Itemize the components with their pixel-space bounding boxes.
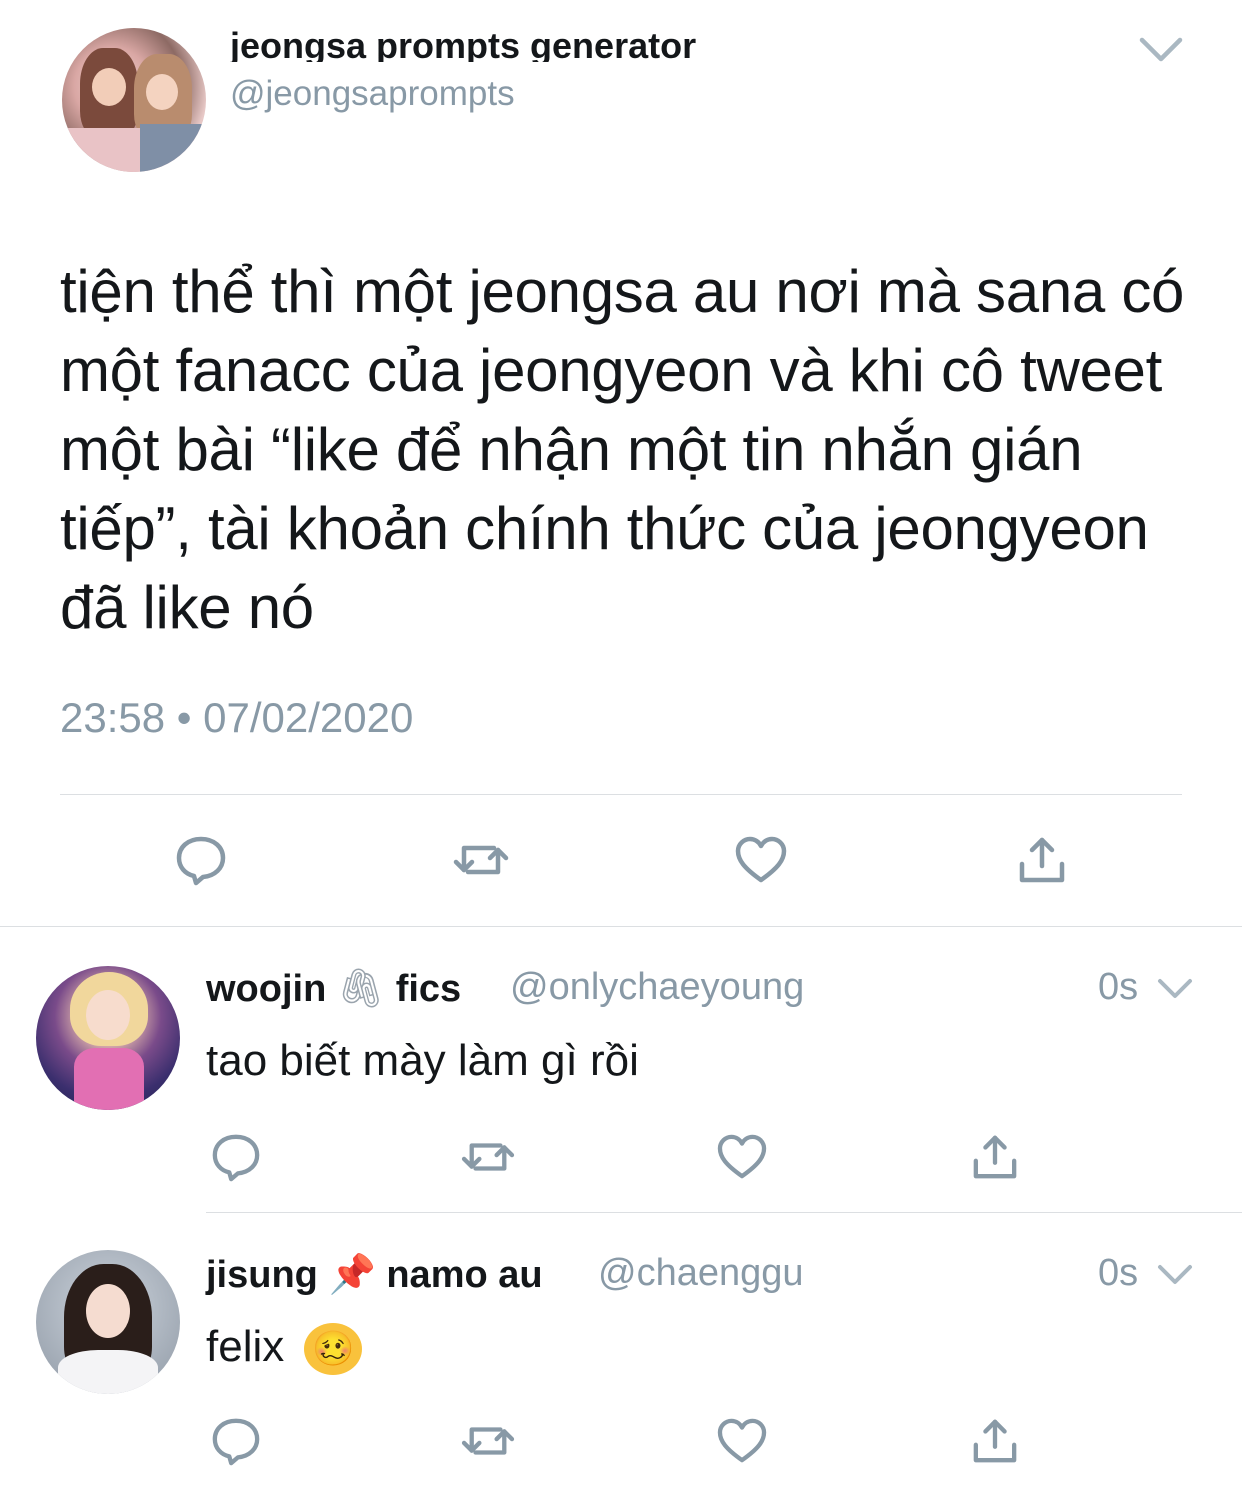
heart-icon[interactable] <box>716 1134 768 1180</box>
share-icon[interactable] <box>972 1418 1018 1464</box>
share-icon[interactable] <box>1018 836 1066 884</box>
chevron-down-icon[interactable] <box>1156 1262 1194 1288</box>
reply-handle[interactable]: @chaenggu <box>598 1252 804 1295</box>
heart-icon[interactable] <box>734 836 788 884</box>
main-tweet-avatar[interactable] <box>62 28 206 172</box>
main-tweet-display-name[interactable]: jeongsa prompts generator <box>230 26 696 62</box>
retweet-icon[interactable] <box>460 1134 516 1180</box>
retweet-icon[interactable] <box>452 836 510 884</box>
reply-display-name[interactable]: jisung 📌 namo au <box>206 1252 543 1297</box>
divider <box>206 1212 1242 1213</box>
retweet-icon[interactable] <box>460 1418 516 1464</box>
divider <box>0 926 1242 927</box>
reply-avatar[interactable] <box>36 966 180 1110</box>
woozy-face-emoji: 🥴 <box>304 1323 363 1376</box>
reply-name-text: namo au <box>386 1254 543 1296</box>
divider <box>60 794 1182 795</box>
reply-display-name[interactable]: woojin 🖇 fics <box>206 966 461 1011</box>
reply-avatar[interactable] <box>36 1250 180 1394</box>
main-tweet-text: tiện thể thì một jeongsa au nơi mà sana … <box>60 258 1185 641</box>
chevron-down-icon[interactable] <box>1156 976 1194 1002</box>
reply-icon[interactable] <box>210 1416 262 1466</box>
reply-name-text: fics <box>395 968 462 1010</box>
heart-icon[interactable] <box>716 1418 768 1464</box>
reply-timestamp[interactable]: 0s <box>1098 966 1138 1009</box>
paperclip-icon: 🖇 <box>336 966 386 1010</box>
reply-text: felix 🥴 <box>206 1322 363 1376</box>
pushpin-icon: 📌 <box>328 1252 376 1296</box>
reply-name-text: jisung <box>206 1254 318 1296</box>
reply-text: tao biết mày làm gì rồi <box>206 1036 639 1085</box>
main-tweet-timestamp[interactable]: 23:58 • 07/02/2020 <box>60 694 413 742</box>
reply-icon[interactable] <box>174 834 228 886</box>
reply-handle[interactable]: @onlychaeyoung <box>510 966 804 1009</box>
reply-timestamp[interactable]: 0s <box>1098 1252 1138 1295</box>
reply-name-text: woojin <box>206 968 327 1010</box>
share-icon[interactable] <box>972 1134 1018 1180</box>
main-tweet-handle[interactable]: @jeongsaprompts <box>230 74 515 114</box>
reply-text-content: felix <box>206 1322 285 1371</box>
chevron-down-icon[interactable] <box>1138 34 1184 64</box>
reply-icon[interactable] <box>210 1132 262 1182</box>
